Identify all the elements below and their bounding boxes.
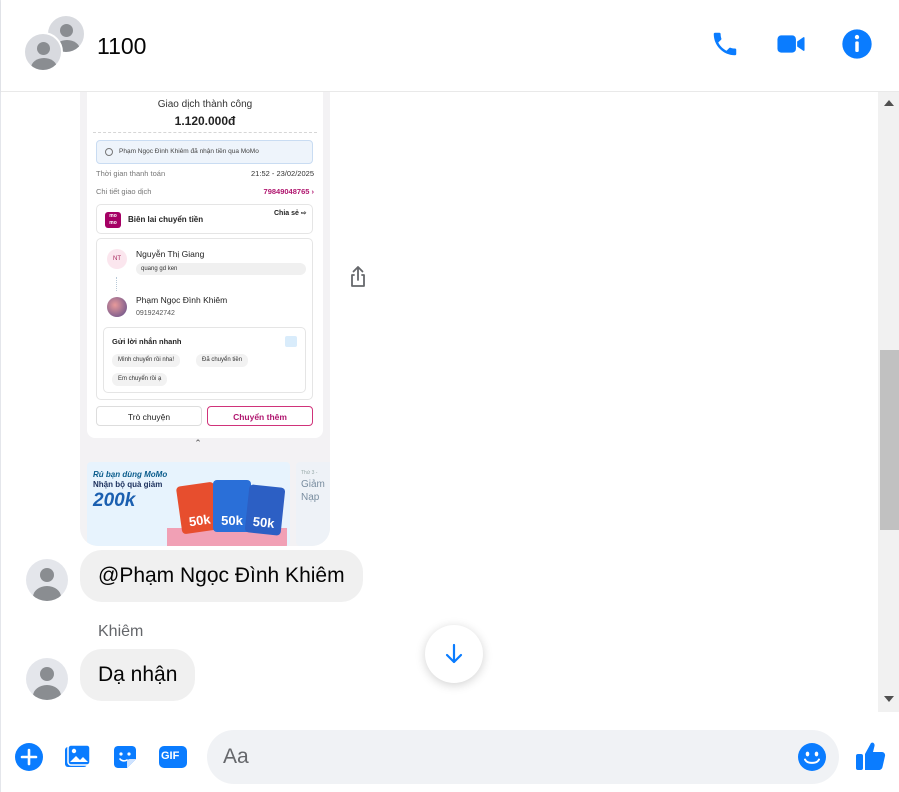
more-actions-button[interactable] xyxy=(14,742,44,772)
video-icon xyxy=(777,35,805,53)
voice-call-button[interactable] xyxy=(707,26,743,62)
message-input-box[interactable] xyxy=(207,730,839,784)
share-icon xyxy=(351,266,365,287)
banner2-text: Giảm Nạp xyxy=(301,479,325,503)
gif-label: GIF xyxy=(161,750,180,762)
receipt-card-title: Biên lai chuyển tiền xyxy=(128,215,204,224)
banner-line1: Rủ bạn dùng MoMo xyxy=(93,470,168,479)
emoji-button[interactable] xyxy=(797,742,827,772)
quick-chip: Đã chuyển tiền xyxy=(196,354,249,367)
promo-banner-2: Thứ 3 - Giảm Nạp xyxy=(296,462,330,546)
banner2-small: Thứ 3 - xyxy=(301,470,318,476)
avatar[interactable] xyxy=(26,658,68,700)
sender-avatar: NT xyxy=(107,249,127,269)
phone-icon xyxy=(713,32,737,56)
chat-title[interactable]: 1100 xyxy=(97,33,146,60)
receiver-phone: 0919242742 xyxy=(136,310,175,317)
momo-logo: mo mo xyxy=(105,212,121,228)
chat-header: 1100 xyxy=(1,0,899,92)
divider xyxy=(116,277,118,291)
video-call-button[interactable] xyxy=(773,26,809,62)
message-bubble[interactable]: @Phạm Ngọc Đình Khiêm xyxy=(80,550,363,602)
time-value: 21:52 - 23/02/2025 xyxy=(251,169,314,178)
sender-name: Khiêm xyxy=(98,623,144,640)
avatar[interactable] xyxy=(26,559,68,601)
emoji-icon xyxy=(798,743,826,771)
banner-amount: 200k xyxy=(93,490,136,511)
receipt-transfer-more-button: Chuyển thêm xyxy=(207,406,313,426)
message-bubble[interactable]: Dạ nhận xyxy=(80,649,196,701)
banner-line2: Nhận bộ quà giảm xyxy=(93,480,163,489)
receipt-header-card: mo mo Biên lai chuyển tiền Chia sẻ ⇨ xyxy=(96,204,313,234)
scroll-down-arrow-icon[interactable] xyxy=(884,696,894,702)
detail-value: 79849048765 › xyxy=(263,187,314,196)
sender-name: Nguyễn Thị Giang xyxy=(136,249,205,259)
send-like-button[interactable] xyxy=(853,738,889,774)
scroll-up-arrow-icon[interactable] xyxy=(884,100,894,106)
messenger-window: 1100 Giao dịch thành công 1.120.000đ Phạ… xyxy=(0,0,899,792)
sticker-button[interactable] xyxy=(110,742,140,772)
message-input[interactable] xyxy=(223,730,783,784)
receipt-note-text: Phạm Ngọc Đình Khiêm đã nhận tiền qua Mo… xyxy=(119,148,259,155)
conversation-info-button[interactable] xyxy=(839,26,875,62)
receipt-chat-button: Trò chuyện xyxy=(96,406,202,426)
transfer-parties: NT Nguyễn Thị Giang quang gd ken Phạm Ng… xyxy=(96,238,313,400)
avatar xyxy=(23,32,63,72)
receipt-amount: 1.120.000đ xyxy=(174,114,236,128)
group-avatar[interactable] xyxy=(23,14,89,76)
shared-image-receipt[interactable]: Giao dịch thành công 1.120.000đ Phạm Ngọ… xyxy=(80,92,330,546)
plus-icon xyxy=(15,743,43,771)
quick-reply-box: Gửi lời nhắn nhanh Mình chuyển rồi nha! … xyxy=(103,327,306,393)
chat-icon xyxy=(285,336,297,347)
sender-message: quang gd ken xyxy=(136,263,306,275)
info-icon xyxy=(842,29,872,59)
info-icon xyxy=(105,148,113,156)
gif-button[interactable]: GIF xyxy=(158,742,188,772)
share-chip: Chia sẻ ⇨ xyxy=(274,210,307,217)
scroll-to-bottom-button[interactable] xyxy=(425,625,483,683)
time-label: Thời gian thanh toán xyxy=(96,169,166,178)
receipt-card: Giao dịch thành công 1.120.000đ Phạm Ngọ… xyxy=(87,92,323,438)
arrow-down-icon xyxy=(445,643,463,664)
scrollbar-thumb[interactable] xyxy=(880,350,899,530)
chevron-up-icon: ⌃ xyxy=(194,438,202,448)
thumbs-up-icon xyxy=(856,742,886,770)
detail-label: Chi tiết giao dịch xyxy=(96,187,152,196)
receiver-avatar xyxy=(107,297,127,317)
receipt-status: Giao dịch thành công xyxy=(157,99,253,110)
message-list[interactable]: Giao dịch thành công 1.120.000đ Phạm Ngọ… xyxy=(1,92,878,712)
message-composer: GIF xyxy=(1,712,899,792)
receiver-name: Phạm Ngọc Đình Khiêm xyxy=(136,295,228,305)
promo-banner: Rủ bạn dùng MoMo Nhận bộ quà giảm 200k 5… xyxy=(87,462,290,546)
quick-chip: Em chuyển rồi ạ xyxy=(112,373,168,386)
receipt-note: Phạm Ngọc Đình Khiêm đã nhận tiền qua Mo… xyxy=(96,140,313,164)
attach-image-button[interactable] xyxy=(62,742,92,772)
share-button[interactable] xyxy=(347,265,369,289)
divider xyxy=(93,132,317,133)
scrollbar[interactable] xyxy=(878,92,899,712)
quick-chip: Mình chuyển rồi nha! xyxy=(112,354,181,367)
quick-reply-title: Gửi lời nhắn nhanh xyxy=(112,337,182,346)
sticker-icon xyxy=(114,746,136,768)
image-icon xyxy=(65,744,91,767)
voucher-card: 50k xyxy=(244,484,286,536)
